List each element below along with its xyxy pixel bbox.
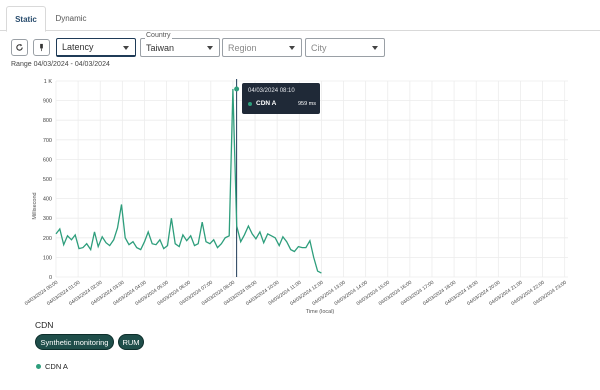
tooltip-series-name: CDN A — [256, 100, 277, 107]
series-color-dot — [248, 101, 252, 106]
y-tick-label: 1 K — [44, 79, 53, 85]
country-select-value: Taiwan — [146, 42, 175, 53]
y-tick-label: 900 — [43, 99, 52, 105]
legend-item-label: CDN A — [45, 362, 68, 371]
tooltip-date: 04/03/2024 08:10 — [248, 88, 295, 94]
chip-rum[interactable]: RUM — [118, 334, 144, 350]
tooltip-row: CDN A 959 ms — [248, 100, 316, 107]
chip-synthetic-monitoring[interactable]: Synthetic monitoring — [35, 334, 114, 350]
refresh-button[interactable] — [11, 39, 28, 56]
refresh-icon — [16, 43, 23, 51]
y-tick-label: 700 — [43, 138, 52, 144]
pin-button[interactable] — [33, 39, 50, 56]
y-tick-label: 0 — [49, 275, 52, 281]
y-tick-label: 800 — [43, 118, 52, 124]
chevron-down-icon — [207, 46, 213, 50]
legend-title: CDN — [35, 320, 54, 330]
metric-select[interactable]: Latency — [56, 38, 136, 57]
city-select-placeholder: City — [311, 42, 327, 53]
country-select[interactable]: Taiwan — [140, 38, 220, 57]
chevron-down-icon — [123, 46, 129, 50]
x-axis-label: Time (local) — [306, 309, 335, 315]
tab-bar: Static Dynamic — [0, 0, 600, 32]
tab-dynamic[interactable]: Dynamic — [50, 6, 92, 30]
date-range-text: Range 04/03/2024 - 04/03/2024 — [11, 61, 110, 68]
region-select-placeholder: Region — [228, 42, 257, 53]
country-label: Country — [145, 32, 172, 39]
chevron-down-icon — [372, 46, 378, 50]
hover-marker-point — [234, 86, 240, 92]
pin-icon — [40, 43, 43, 52]
x-axis-ticks: 04/03/2024 00:0004/03/2024 01:0004/03/20… — [24, 280, 568, 307]
y-tick-label: 200 — [43, 236, 52, 242]
series-color-dot — [36, 364, 41, 369]
city-select[interactable]: City — [305, 38, 385, 57]
y-tick-label: 100 — [43, 255, 52, 261]
metric-select-value: Latency — [62, 42, 94, 52]
tab-static[interactable]: Static — [6, 6, 46, 32]
legend-item-cdn-a[interactable]: CDN A — [36, 362, 68, 371]
y-tick-label: 300 — [43, 216, 52, 222]
y-tick-label: 500 — [43, 177, 52, 183]
chart-tooltip: 04/03/2024 08:10 CDN A 959 ms — [242, 83, 320, 114]
tooltip-value: 959 ms — [297, 100, 316, 107]
y-tick-label: 600 — [43, 157, 52, 163]
region-select[interactable]: Region — [222, 38, 302, 57]
chevron-down-icon — [289, 46, 295, 50]
y-axis-label: Millisecond — [32, 192, 38, 219]
y-axis-ticks: 0 100 200 300 400 500 600 700 800 900 1 K — [43, 79, 53, 281]
y-tick-label: 400 — [43, 197, 52, 203]
